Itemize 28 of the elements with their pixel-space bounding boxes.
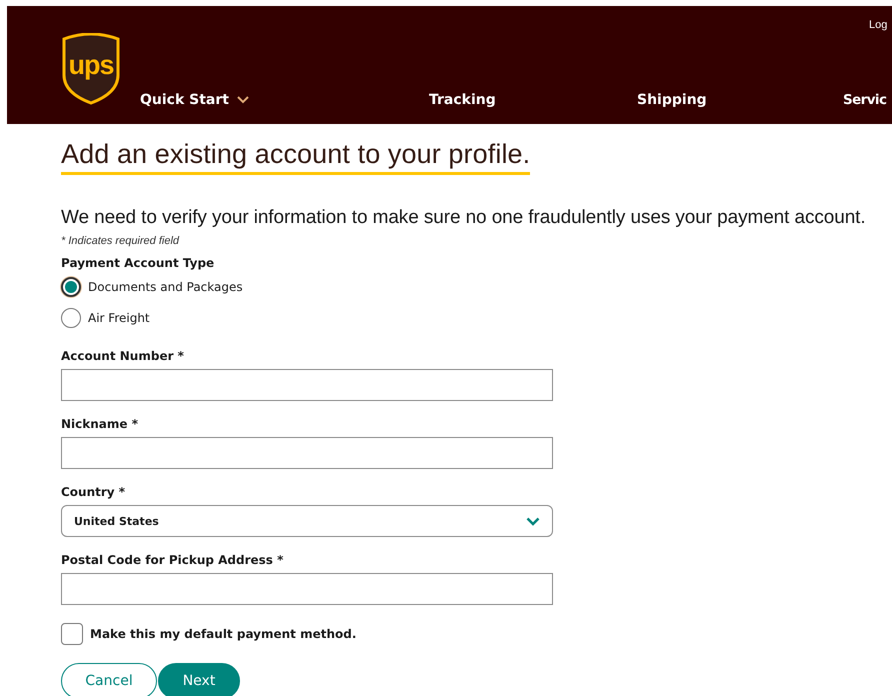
input-field[interactable] bbox=[61, 573, 553, 605]
page-title: Add an existing account to your profile. bbox=[61, 139, 530, 175]
input-field[interactable] bbox=[61, 437, 553, 469]
country-dropdown[interactable]: United States bbox=[61, 505, 553, 537]
chevron-down-icon bbox=[236, 96, 249, 104]
login-link[interactable]: Log bbox=[869, 19, 888, 31]
nav-link[interactable]: Tracking bbox=[429, 92, 637, 108]
nav-link[interactable]: Quick Start bbox=[140, 92, 429, 108]
radio-button[interactable] bbox=[61, 308, 81, 328]
radio-label[interactable]: Air Freight bbox=[88, 311, 150, 325]
field-label: Account Number * bbox=[61, 349, 184, 363]
radio-label[interactable]: Documents and Packages bbox=[88, 280, 243, 294]
next-button[interactable]: Next bbox=[158, 663, 240, 696]
input-field[interactable] bbox=[61, 369, 553, 401]
required-note: * Indicates required field bbox=[61, 235, 180, 247]
checkbox[interactable] bbox=[61, 623, 83, 645]
cancel-button[interactable]: Cancel bbox=[61, 663, 157, 696]
nav-link[interactable]: Servic bbox=[843, 92, 886, 108]
chevron-down-icon bbox=[526, 516, 540, 526]
checkbox-label[interactable]: Make this my default payment method. bbox=[90, 627, 356, 641]
field-label: Country * bbox=[61, 485, 126, 499]
field-label: Nickname * bbox=[61, 417, 138, 431]
ups-logo[interactable]: ups bbox=[62, 33, 122, 105]
intro-text: We need to verify your information to make sure no one fraudulently uses your payment account. bbox=[61, 207, 867, 229]
field-label: Postal Code for Pickup Address * bbox=[61, 553, 284, 567]
field-label: Payment Account Type bbox=[61, 256, 214, 270]
radio-button[interactable] bbox=[61, 277, 81, 297]
nav-link[interactable]: Shipping bbox=[637, 92, 843, 108]
